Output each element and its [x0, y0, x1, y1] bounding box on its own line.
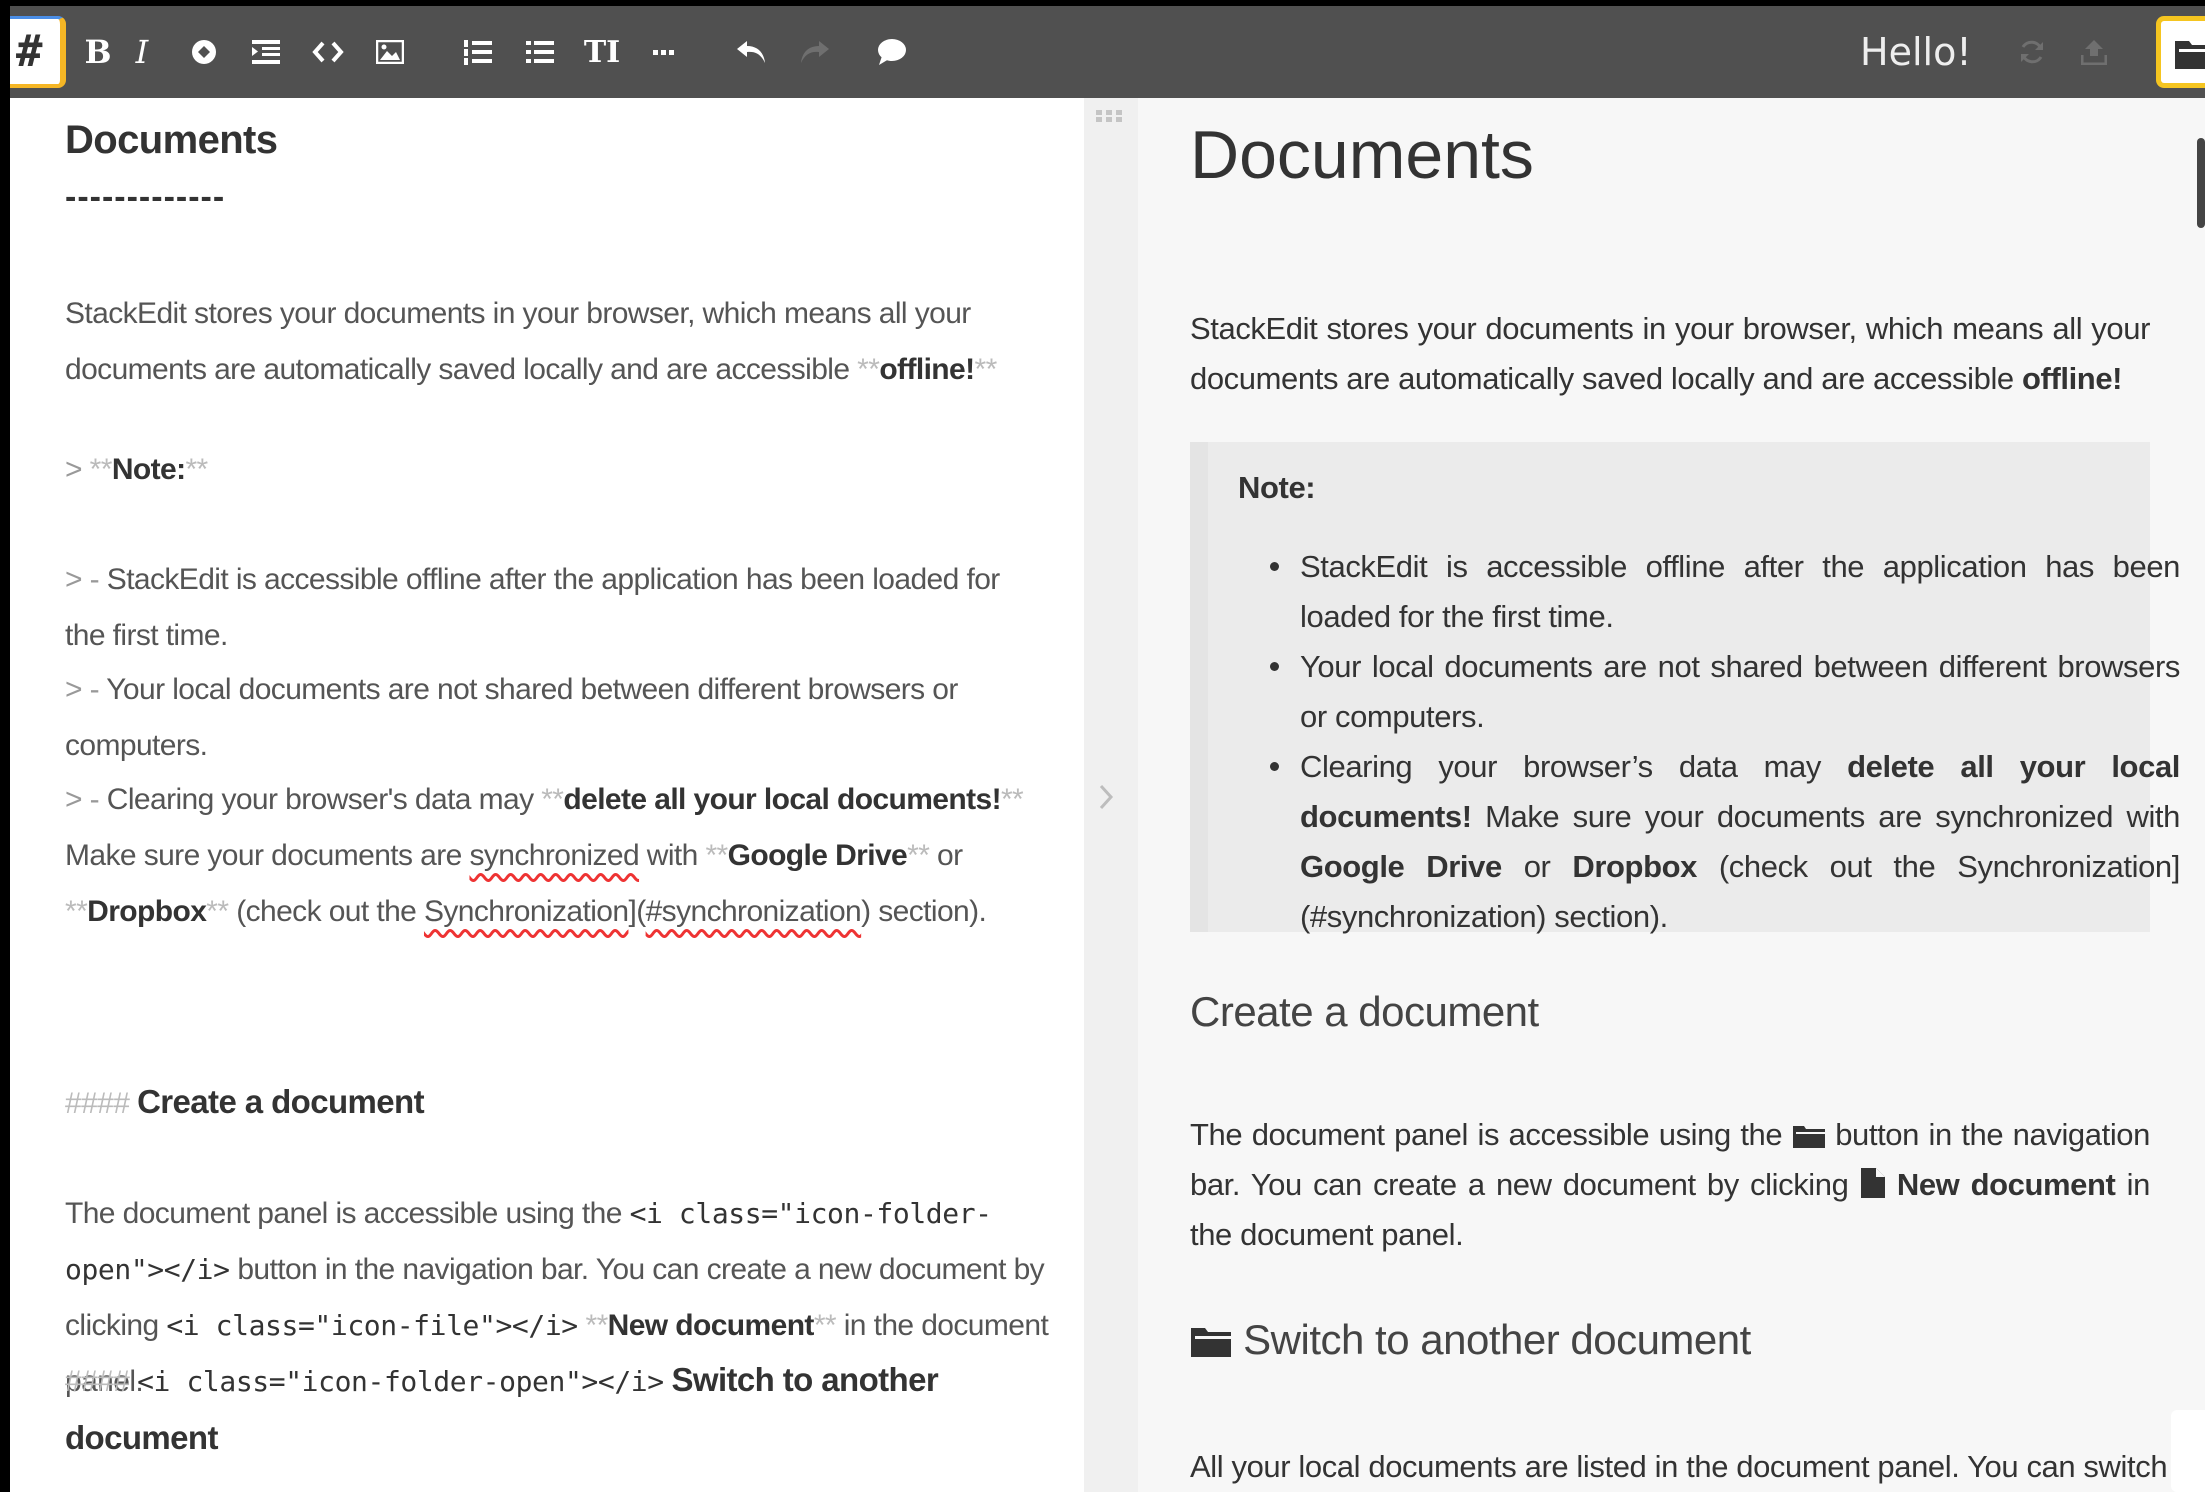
preview-note-blockquote: Note: StackEdit is accessible offline af… [1190, 442, 2180, 934]
navbar: # B I TI Hello! [10, 6, 2205, 98]
quote-button[interactable] [242, 28, 290, 76]
heading-icon: TI [583, 34, 621, 70]
folder-open-icon [1792, 1126, 1825, 1148]
bullet-list-button[interactable] [516, 28, 564, 76]
note-list-item: Your local documents are not shared betw… [1270, 642, 2180, 742]
file-icon [1860, 1168, 1885, 1198]
document-panel-button[interactable] [2156, 16, 2205, 88]
image-icon [376, 40, 404, 64]
note-list-item: StackEdit is accessible offline after th… [1270, 542, 2180, 642]
hr-button[interactable] [640, 28, 688, 76]
hash-icon: # [16, 26, 43, 77]
comment-button[interactable] [868, 28, 916, 76]
code-icon [312, 41, 344, 63]
preview-heading-switch: Switch to another document [1190, 1316, 1751, 1364]
editor-title: Documents [65, 118, 278, 162]
preview-paragraph-switch: All your local documents are listed in t… [1190, 1449, 2205, 1484]
editor-title-rule: ------------- [65, 178, 226, 216]
publish-button[interactable] [2070, 28, 2118, 76]
refresh-icon [2021, 40, 2043, 64]
undo-button[interactable] [728, 28, 776, 76]
editor-heading-create: #### Create a document [65, 1083, 425, 1120]
preview-heading-create: Create a document [1190, 988, 1539, 1035]
bullet-list-icon [526, 41, 554, 63]
bold-icon: B [84, 33, 112, 71]
italic-icon: I [135, 33, 149, 71]
editor-heading-switch: #### <i class="icon-folder-open"></i> Sw… [65, 1361, 939, 1456]
hr-icon [653, 50, 674, 55]
preview-scrollbar[interactable] [2197, 138, 2205, 228]
note-list-item: Clearing your browser’s data may delete … [1270, 742, 2180, 942]
editor-quote-item-3: > - Clearing your browser's data may **d… [65, 783, 1024, 928]
note-title: Note: [1238, 470, 1316, 505]
resize-handle[interactable] [2171, 1410, 2205, 1492]
editor-note-label: > **Note:** [65, 453, 208, 486]
heading-button[interactable]: TI [578, 28, 626, 76]
italic-button[interactable]: I [118, 28, 166, 76]
markdown-editor[interactable]: Documents ------------- StackEdit stores… [10, 98, 1084, 1492]
note-list: StackEdit is accessible offline after th… [1238, 542, 2180, 942]
bold-button[interactable]: B [74, 28, 122, 76]
preview-pane: Documents StackEdit stores your document… [1138, 98, 2205, 1492]
preview-title: Documents [1190, 117, 1534, 193]
editor-quote-item-1: > - StackEdit is accessible offline afte… [65, 563, 1000, 652]
sync-button[interactable] [2008, 28, 2056, 76]
editor-paragraph-intro: StackEdit stores your documents in your … [65, 297, 997, 386]
link-button[interactable] [180, 28, 228, 76]
redo-button[interactable] [790, 28, 838, 76]
preview-paragraph-intro: StackEdit stores your documents in your … [1190, 311, 2150, 396]
menu-hash-button[interactable]: # [10, 16, 66, 88]
redo-icon [801, 41, 829, 63]
ordered-list-button[interactable] [454, 28, 502, 76]
editor-quote-item-2: > - Your local documents are not shared … [65, 673, 958, 762]
comment-icon [878, 39, 906, 65]
folder-open-icon [1191, 1328, 1231, 1357]
upload-icon [2081, 40, 2107, 65]
greeting-label: Hello! [1860, 30, 1972, 74]
pane-splitter[interactable] [1084, 98, 1138, 1492]
chevron-right-icon[interactable] [1098, 783, 1114, 811]
quote-icon [252, 40, 280, 64]
image-button[interactable] [366, 28, 414, 76]
link-icon [192, 40, 216, 64]
undo-icon [737, 41, 765, 63]
folder-open-icon [2175, 41, 2205, 69]
preview-paragraph-create: The document panel is accessible using t… [1190, 1117, 2150, 1252]
grip-icon [1096, 110, 1122, 122]
ordered-list-icon [464, 40, 492, 65]
code-button[interactable] [304, 28, 352, 76]
